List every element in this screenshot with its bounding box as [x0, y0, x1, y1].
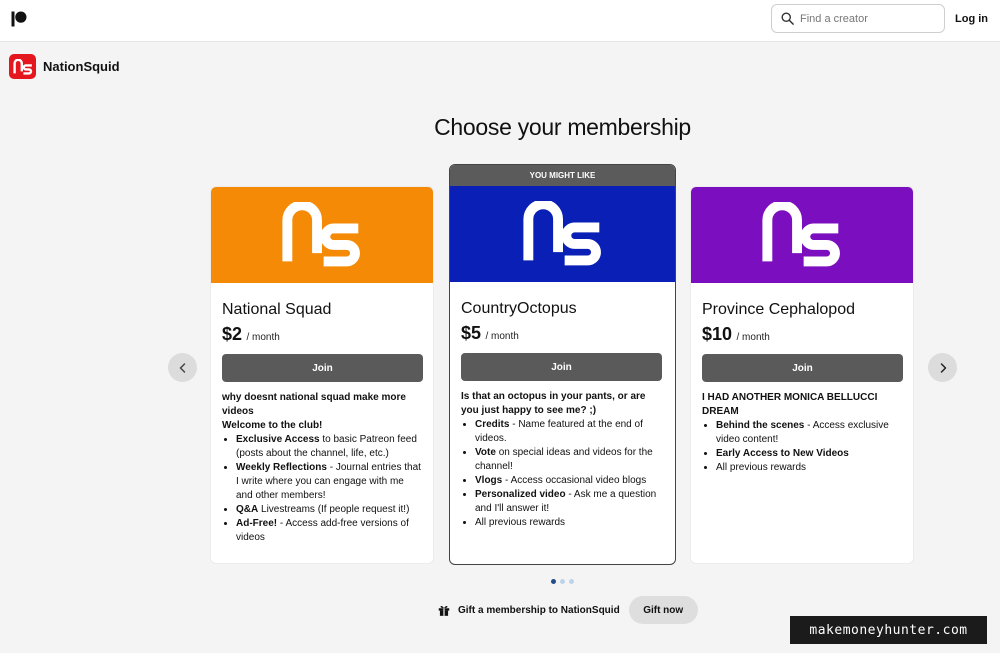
benefit-list: Behind the scenes - Access exclusive vid…: [716, 419, 902, 475]
chevron-right-icon: [940, 362, 946, 373]
price-amount: $10: [702, 324, 733, 344]
search-box[interactable]: [771, 4, 945, 33]
tier-name: CountryOctopus: [461, 300, 577, 317]
login-link[interactable]: Log in: [955, 13, 988, 25]
recommended-banner: YOU MIGHT LIKE: [450, 165, 675, 186]
benefit-item: Personalized video - Ask me a question a…: [475, 488, 664, 516]
price-period: / month: [736, 332, 770, 343]
tier-name: National Squad: [222, 301, 332, 318]
nationsquid-logo-icon: [522, 201, 601, 266]
tier-image: [211, 187, 433, 283]
join-button[interactable]: Join: [702, 354, 903, 382]
join-button[interactable]: Join: [461, 353, 662, 381]
search-input[interactable]: [800, 12, 940, 25]
join-button[interactable]: Join: [222, 354, 423, 382]
tier-price: $10 / month: [702, 324, 902, 345]
search-icon: [781, 12, 794, 25]
price-amount: $2: [222, 324, 243, 344]
tier-card-countryoctopus: YOU MIGHT LIKE CountryOctopus $5 / month…: [449, 164, 676, 565]
benefit-item: Vote on special ideas and videos for the…: [475, 446, 664, 474]
benefit-list: Credits - Name featured at the end of vi…: [475, 418, 664, 530]
top-nav-bar: Log in: [0, 0, 1000, 42]
benefit-list: Exclusive Access to basic Patreon feed (…: [236, 433, 422, 545]
tier-card-province-cephalopod: Province Cephalopod $10 / month Join I H…: [690, 186, 914, 564]
carousel-next-button[interactable]: [928, 353, 957, 382]
gift-membership-row: Gift a membership to NationSquid Gift no…: [437, 596, 698, 624]
tier-subheadline: Welcome to the club!: [222, 420, 323, 431]
carousel-dot[interactable]: [560, 579, 565, 584]
tier-image: [691, 187, 913, 283]
creator-header[interactable]: NationSquid: [9, 54, 120, 79]
tier-description: Is that an octopus in your pants, or are…: [461, 390, 664, 530]
price-amount: $5: [461, 323, 482, 343]
carousel-prev-button[interactable]: [168, 353, 197, 382]
carousel-dot[interactable]: [569, 579, 574, 584]
tier-description: I HAD ANOTHER MONICA BELLUCCI DREAM Behi…: [702, 391, 902, 475]
tier-headline: I HAD ANOTHER MONICA BELLUCCI DREAM: [702, 392, 878, 417]
price-period: / month: [246, 332, 280, 343]
tier-headline: why doesnt national squad make more vide…: [222, 392, 406, 417]
gift-now-button[interactable]: Gift now: [628, 596, 698, 624]
tier-price: $5 / month: [461, 323, 664, 344]
creator-avatar[interactable]: [9, 54, 36, 79]
chevron-left-icon: [179, 362, 185, 373]
tier-image: [450, 186, 675, 282]
carousel-dot[interactable]: [551, 579, 556, 584]
price-period: / month: [485, 331, 519, 342]
tier-headline: Is that an octopus in your pants, or are…: [461, 391, 646, 416]
carousel-pagination: [551, 579, 574, 584]
benefit-item: Weekly Reflections - Journal entries tha…: [236, 461, 422, 503]
benefit-item: Behind the scenes - Access exclusive vid…: [716, 419, 902, 447]
patreon-logo-icon[interactable]: [10, 10, 28, 28]
page-title: Choose your membership: [434, 114, 691, 140]
gift-icon: [438, 605, 450, 616]
benefit-item: Early Access to New Videos: [716, 447, 902, 461]
benefit-item: Vlogs - Access occasional video blogs: [475, 474, 664, 488]
nationsquid-logo-icon: [282, 202, 360, 267]
benefit-item: Credits - Name featured at the end of vi…: [475, 418, 664, 446]
nationsquid-logo-icon: [762, 202, 840, 267]
benefit-item: Exclusive Access to basic Patreon feed (…: [236, 433, 422, 461]
benefit-item: Ad-Free! - Access add-free versions of v…: [236, 517, 422, 545]
tier-price: $2 / month: [222, 324, 422, 345]
nationsquid-logo-icon: [12, 58, 32, 75]
benefit-item: All previous rewards: [716, 461, 902, 475]
tier-name: Province Cephalopod: [702, 301, 855, 318]
benefit-item: Q&A Livestreams (If people request it!): [236, 503, 422, 517]
benefit-item: All previous rewards: [475, 516, 664, 530]
tier-card-national-squad: National Squad $2 / month Join why doesn…: [210, 186, 434, 564]
tier-description: why doesnt national squad make more vide…: [222, 391, 422, 545]
watermark: makemoneyhunter.com: [790, 616, 987, 644]
gift-text: Gift a membership to NationSquid: [458, 604, 620, 616]
creator-name[interactable]: NationSquid: [43, 59, 120, 74]
